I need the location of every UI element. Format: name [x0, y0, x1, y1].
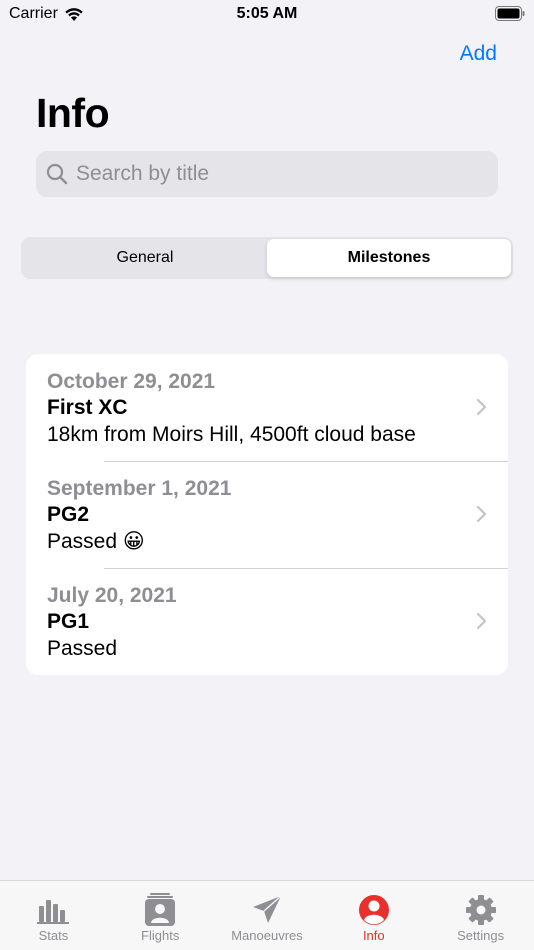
bar-chart-icon — [37, 900, 70, 924]
logbook-icon — [145, 893, 176, 926]
milestones-list: October 29, 2021 First XC 18km from Moir… — [26, 354, 508, 675]
chevron-right-icon — [476, 612, 487, 630]
tab-label: Manoeuvres — [231, 928, 303, 943]
paper-plane-icon — [252, 895, 282, 923]
milestone-title: PG2 — [47, 503, 90, 526]
chevron-right-icon — [476, 398, 487, 416]
chevron-right-icon — [476, 505, 487, 523]
list-item[interactable]: July 20, 2021 PG1 Passed — [26, 568, 508, 675]
tab-info[interactable]: Info — [320, 881, 427, 950]
milestone-date: July 20, 2021 — [47, 584, 177, 607]
search-input[interactable] — [76, 162, 476, 186]
tab-flights[interactable]: Flights — [107, 881, 214, 950]
segment-milestones[interactable]: Milestones — [267, 239, 511, 277]
milestone-date: October 29, 2021 — [47, 370, 216, 393]
battery-icon — [495, 6, 525, 21]
tab-stats[interactable]: Stats — [0, 881, 107, 950]
tab-label: Settings — [457, 928, 505, 943]
gear-icon — [465, 895, 496, 925]
milestone-subtitle: 18km from Moirs Hill, 4500ft cloud base — [47, 423, 416, 446]
search-bar[interactable] — [36, 151, 498, 197]
milestone-subtitle: Passed — [47, 637, 118, 660]
list-item[interactable]: October 29, 2021 First XC 18km from Moir… — [26, 354, 508, 461]
milestone-date: September 1, 2021 — [47, 477, 232, 500]
person-icon — [358, 895, 389, 925]
status-bar: Carrier 5:05 AM — [0, 0, 534, 30]
add-button[interactable]: Add — [460, 42, 497, 66]
tab-label: Stats — [38, 928, 69, 943]
tab-bar: Stats Flights Manoeuvres Info Settings — [0, 880, 534, 950]
tab-label: Flights — [141, 928, 180, 943]
milestone-title: First XC — [47, 396, 128, 419]
milestone-title: PG1 — [47, 610, 90, 633]
milestone-subtitle: Passed 😀 — [47, 530, 145, 553]
clock: 5:05 AM — [236, 5, 298, 22]
tab-label: Info — [362, 928, 385, 943]
tab-settings[interactable]: Settings — [427, 881, 534, 950]
search-icon — [46, 163, 68, 185]
tab-manoeuvres[interactable]: Manoeuvres — [214, 881, 321, 950]
page-title: Info — [36, 90, 110, 136]
segmented-control: General Milestones — [21, 237, 513, 279]
segment-general[interactable]: General — [23, 239, 267, 277]
list-item[interactable]: September 1, 2021 PG2 Passed 😀 — [26, 461, 508, 568]
